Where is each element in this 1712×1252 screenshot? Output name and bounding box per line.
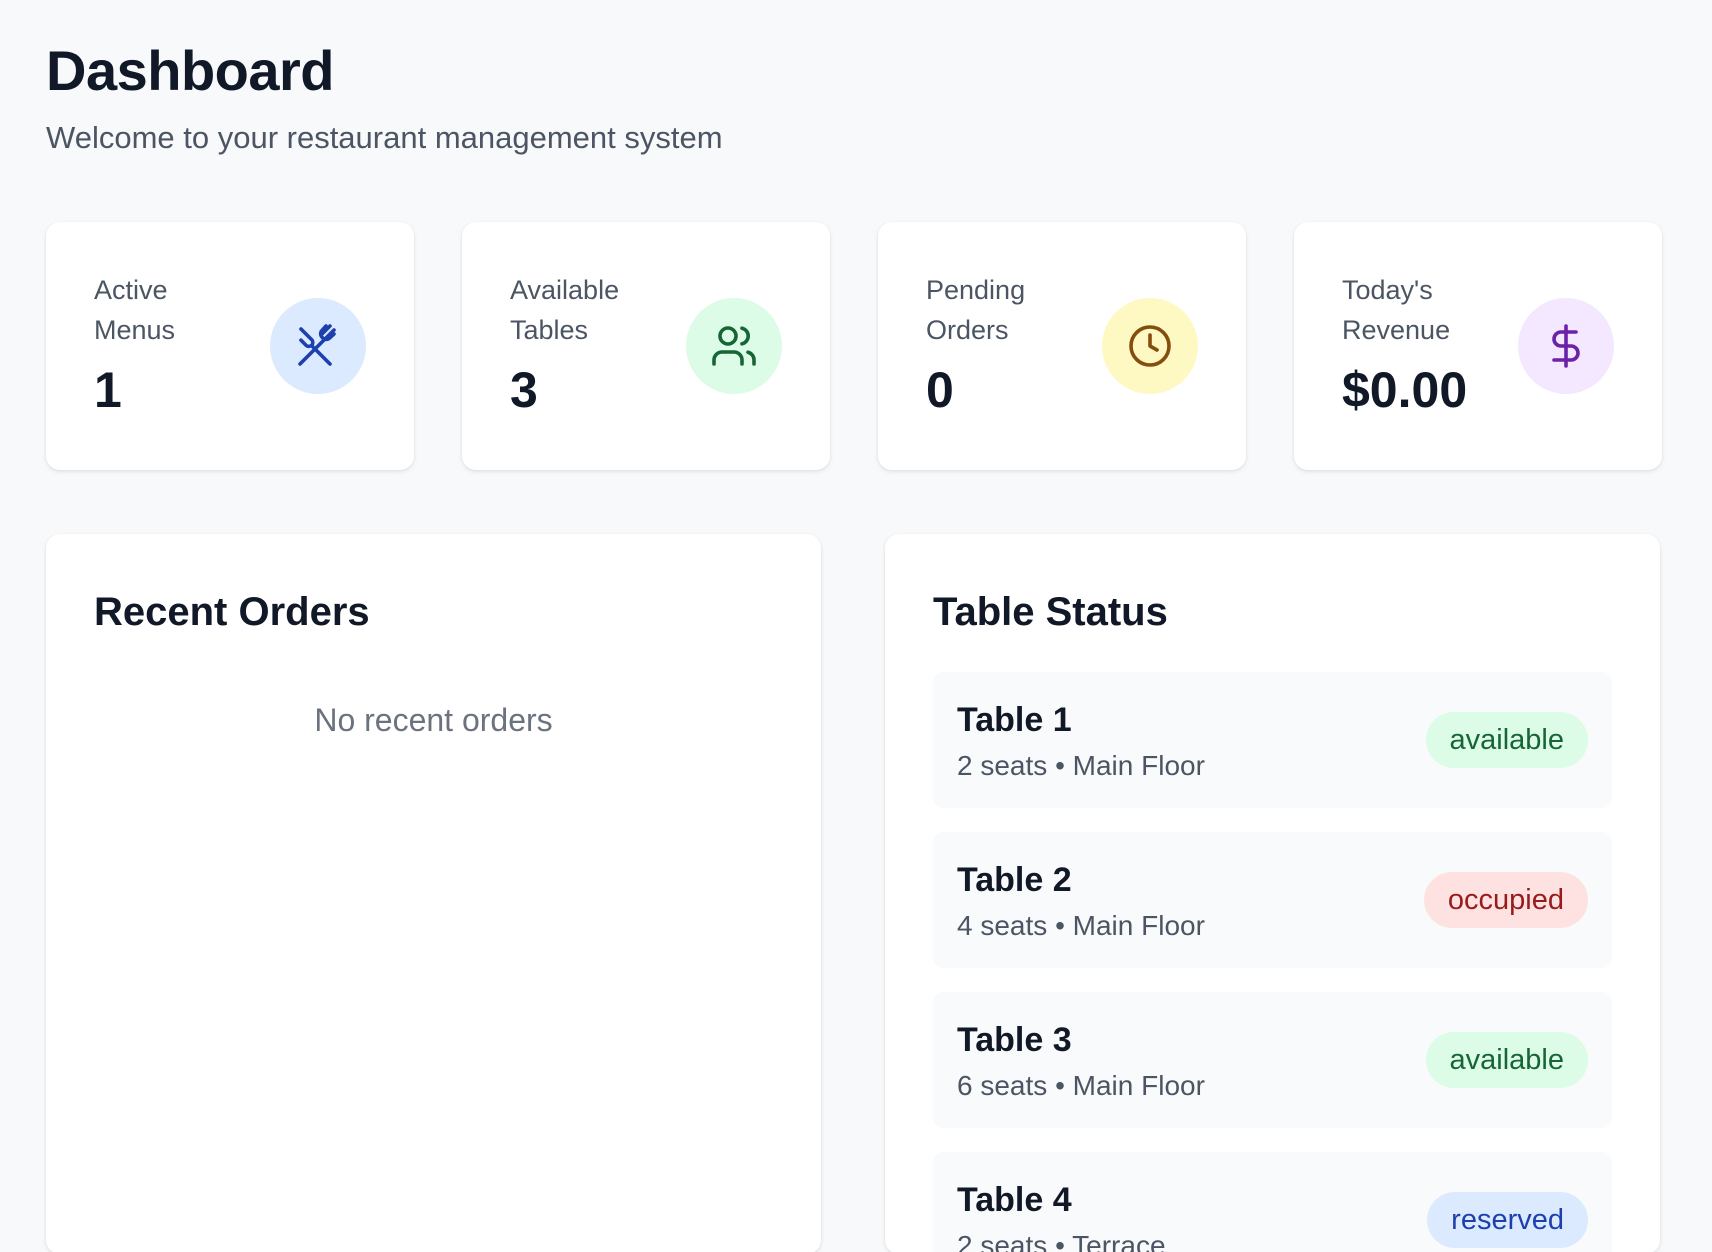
- status-badge: available: [1425, 712, 1588, 768]
- table-seats: 4 seats: [957, 910, 1048, 941]
- table-row[interactable]: Table 2 4 seats • Main Floor occupied: [933, 832, 1612, 968]
- table-seats: 2 seats: [957, 1230, 1048, 1252]
- stat-label: Pending Orders: [926, 275, 1026, 345]
- stat-card-pending-orders: Pending Orders 0: [878, 222, 1246, 470]
- clock-icon: [1102, 298, 1198, 394]
- users-icon: [686, 298, 782, 394]
- table-row[interactable]: Table 3 6 seats • Main Floor available: [933, 992, 1612, 1128]
- stat-label: Active Menus: [94, 275, 176, 345]
- status-badge: available: [1425, 1032, 1588, 1088]
- dashboard-page: Dashboard Welcome to your restaurant man…: [0, 0, 1712, 1252]
- stat-card-available-tables: Available Tables 3: [462, 222, 830, 470]
- table-status-title: Table Status: [933, 590, 1168, 634]
- meta-separator: •: [1055, 750, 1065, 781]
- table-seats: 6 seats: [957, 1070, 1048, 1101]
- table-row[interactable]: Table 4 2 seats • Terrace reserved: [933, 1152, 1612, 1252]
- panels-grid: Recent Orders No recent orders Table Sta…: [46, 534, 1666, 1252]
- page-title: Dashboard: [46, 39, 335, 102]
- page-subtitle: Welcome to your restaurant management sy…: [46, 120, 723, 155]
- stat-card-todays-revenue: Today's Revenue $0.00: [1294, 222, 1662, 470]
- empty-orders-message: No recent orders: [314, 702, 553, 738]
- table-location: Terrace: [1072, 1230, 1166, 1252]
- table-location: Main Floor: [1072, 750, 1205, 781]
- meta-separator: •: [1055, 1230, 1065, 1252]
- stats-grid: Active Menus 1 Available Tables 3 Pendin…: [46, 222, 1666, 470]
- table-status-panel: Table Status Table 1 2 seats • Main Floo…: [885, 534, 1660, 1252]
- stat-label: Available Tables: [510, 275, 620, 345]
- table-location: Main Floor: [1072, 910, 1205, 941]
- stat-label: Today's Revenue: [1342, 275, 1451, 345]
- meta-separator: •: [1055, 910, 1065, 941]
- status-badge: reserved: [1427, 1192, 1588, 1248]
- status-badge: occupied: [1423, 872, 1588, 928]
- recent-orders-panel: Recent Orders No recent orders: [46, 534, 821, 1252]
- recent-orders-title: Recent Orders: [94, 590, 370, 634]
- table-location: Main Floor: [1072, 1070, 1205, 1101]
- table-seats: 2 seats: [957, 750, 1048, 781]
- utensils-icon: [270, 298, 366, 394]
- stat-card-active-menus: Active Menus 1: [46, 222, 414, 470]
- meta-separator: •: [1055, 1070, 1065, 1101]
- dollar-icon: [1518, 298, 1614, 394]
- table-list: Table 1 2 seats • Main Floor available T…: [933, 672, 1612, 1252]
- table-row[interactable]: Table 1 2 seats • Main Floor available: [933, 672, 1612, 808]
